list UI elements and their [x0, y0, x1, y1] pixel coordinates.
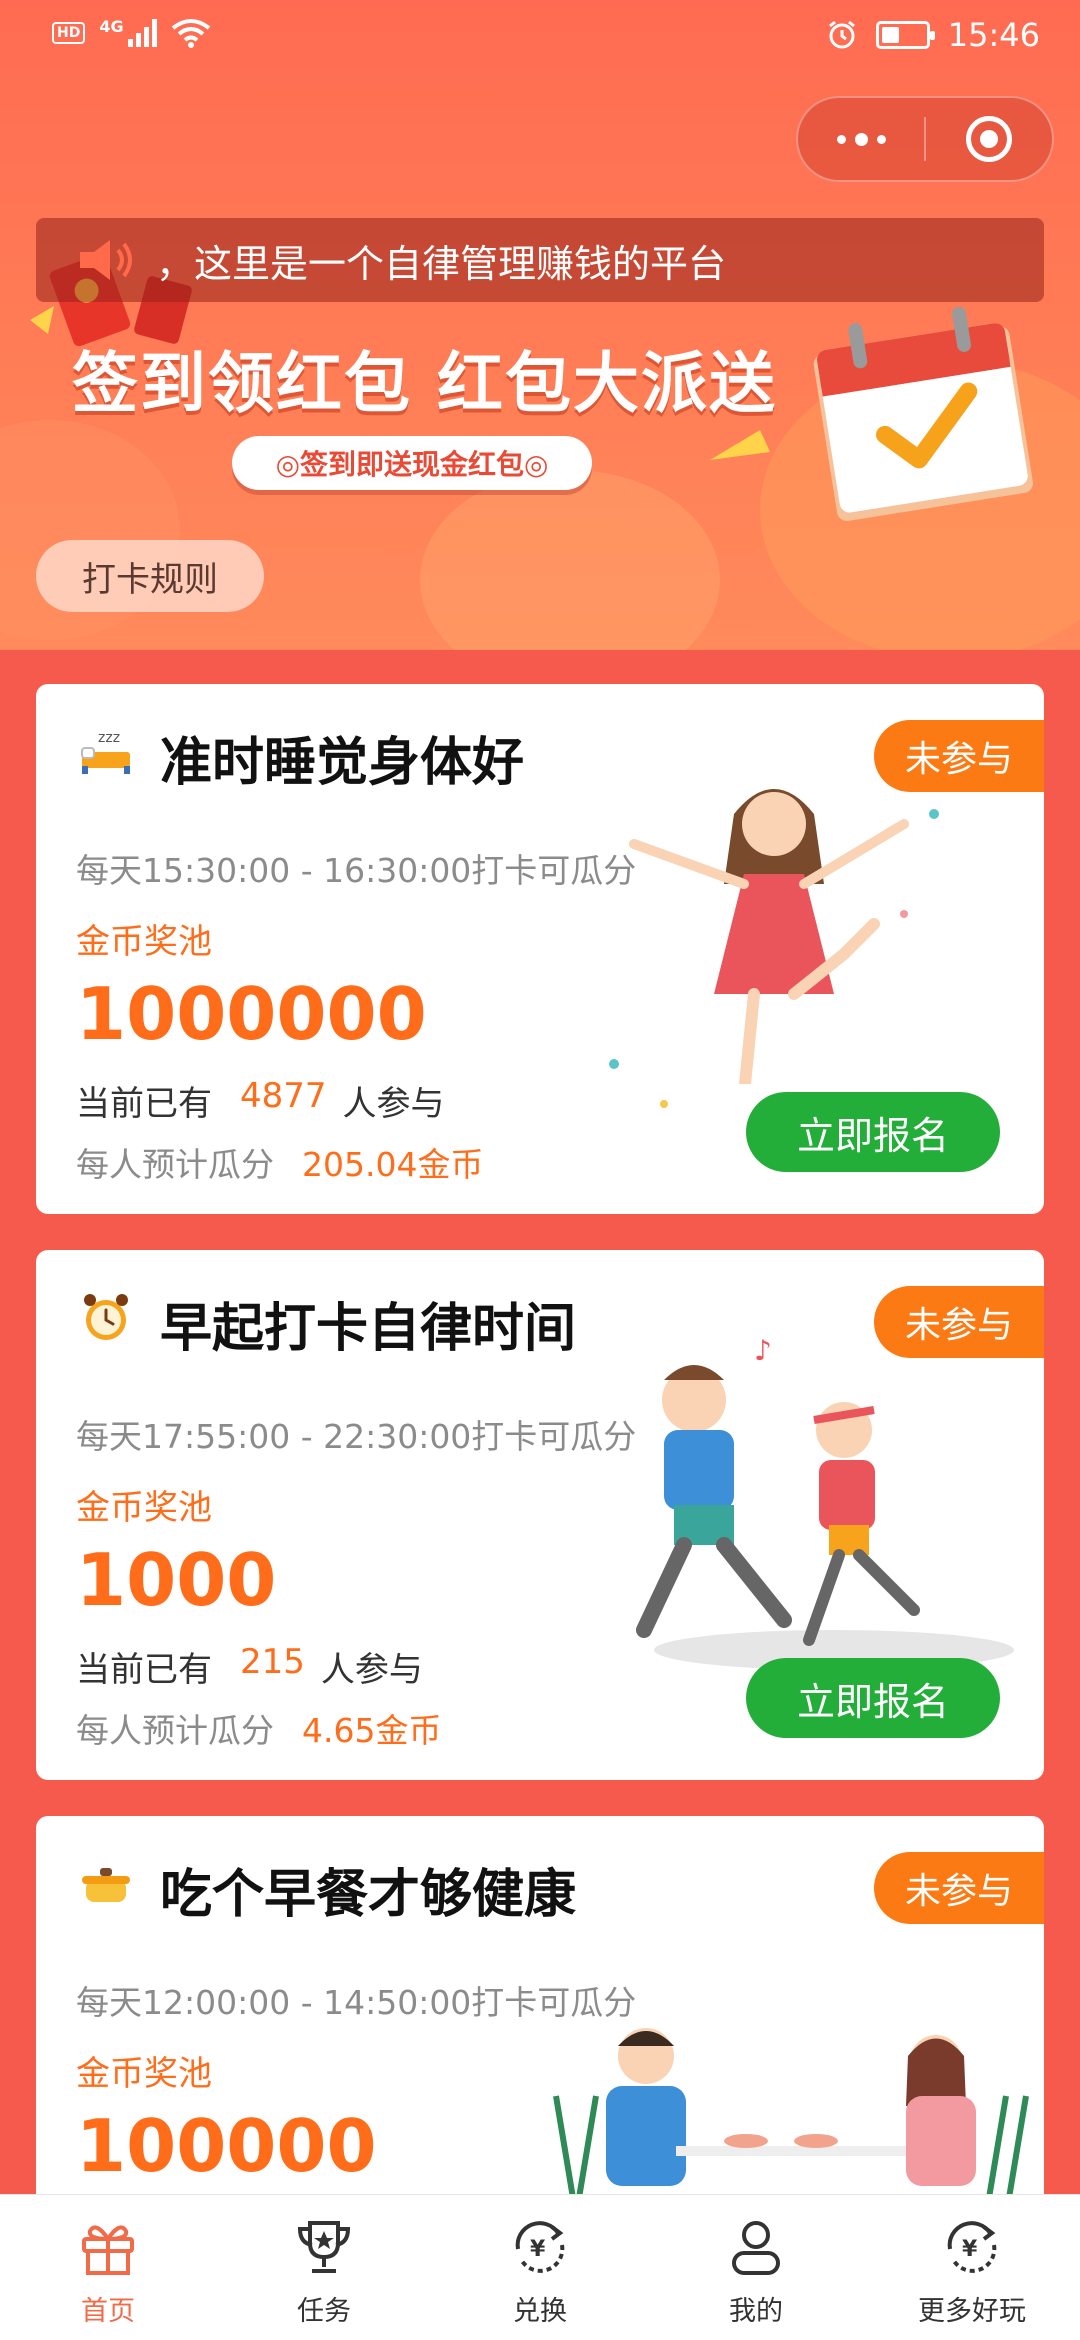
tab-label: 我的	[729, 2296, 783, 2327]
tab-exchange[interactable]: ¥ 兑换	[432, 2195, 648, 2340]
speaker-icon	[36, 218, 156, 302]
signup-button[interactable]: 立即报名	[746, 1658, 1000, 1738]
tab-label: 更多好玩	[918, 2296, 1026, 2327]
rules-button[interactable]: 打卡规则	[36, 540, 264, 612]
close-miniprogram-button[interactable]	[926, 116, 1052, 162]
svg-text:¥: ¥	[962, 2237, 978, 2262]
card-title: 早起打卡自律时间	[160, 1299, 577, 1359]
checkin-card: zzz 准时睡觉身体好 未参与 每天15:30:00 - 16:30:00打卡可…	[36, 684, 1044, 1214]
participation-badge: 未参与	[874, 1852, 1044, 1924]
notice-bar: ，这里是一个自律管理赚钱的平台	[36, 218, 1044, 302]
signup-button[interactable]: 立即报名	[746, 1092, 1000, 1172]
participants-count: 4877	[240, 1076, 327, 1116]
banner-subtitle: ◎签到即送现金红包◎	[232, 436, 592, 490]
share-value: 205.04金币	[302, 1145, 484, 1184]
expected-share-row: 每人预计瓜分 4.65金币	[76, 1704, 441, 1752]
notice-text: ，这里是一个自律管理赚钱的平台	[156, 241, 727, 286]
checkin-card: 吃个早餐才够健康 未参与 每天12:00:00 - 14:50:00打卡可瓜分 …	[36, 1816, 1044, 2236]
card-title: 吃个早餐才够健康	[160, 1865, 577, 1925]
tab-label: 任务	[297, 2296, 351, 2327]
wifi-icon	[171, 19, 210, 48]
pool-label: 金币奖池	[76, 922, 212, 962]
gift-icon	[82, 2225, 134, 2275]
alarm-clock-icon	[84, 1294, 128, 1340]
pool-amount: 100000	[76, 2104, 377, 2188]
network-type: 4G	[99, 16, 124, 36]
share-value: 4.65金币	[302, 1711, 442, 1750]
sleep-bed-icon: zzz	[81, 730, 130, 774]
more-menu-button[interactable]	[798, 132, 924, 146]
alarm-icon	[828, 20, 855, 49]
confetti-icon	[710, 430, 770, 460]
participants-count: 215	[240, 1642, 305, 1682]
tab-label: 兑换	[513, 2296, 567, 2327]
expected-share-row: 每人预计瓜分 205.04金币	[76, 1138, 483, 1186]
miniprogram-capsule	[796, 96, 1054, 182]
pool-amount: 1000000	[76, 972, 427, 1056]
hd-icon: HD	[52, 22, 86, 44]
participants-suffix: 人参与	[320, 1650, 423, 1690]
participants-suffix: 人参与	[342, 1084, 445, 1124]
tab-tasks[interactable]: 任务	[216, 2195, 432, 2340]
pool-label: 金币奖池	[76, 1488, 212, 1528]
pool-label: 金币奖池	[76, 2054, 212, 2094]
checkin-card: 早起打卡自律时间 未参与 每天17:55:00 - 22:30:00打卡可瓜分 …	[36, 1250, 1044, 1780]
target-icon	[965, 116, 1012, 162]
svg-text:zzz: zzz	[98, 730, 120, 746]
pot-icon	[82, 1868, 130, 1902]
share-label: 每人预计瓜分	[76, 1145, 274, 1184]
card-title: 准时睡觉身体好	[160, 733, 525, 793]
more-yuan-icon: ¥	[947, 2221, 997, 2273]
svg-text:♪: ♪	[754, 1334, 772, 1367]
calendar-check-icon	[813, 306, 1033, 521]
tab-label: 首页	[81, 2296, 135, 2327]
bottom-tab-bar: 首页 任务 ¥ 兑换 我的 ¥ 更多好玩	[0, 2194, 1080, 2340]
signal-icon	[127, 19, 157, 47]
tab-more-fun[interactable]: ¥ 更多好玩	[864, 2195, 1080, 2340]
user-icon	[732, 2221, 780, 2275]
checkin-time: 每天17:55:00 - 22:30:00打卡可瓜分	[76, 1417, 637, 1456]
banner-decoration	[420, 470, 720, 650]
exchange-yuan-icon: ¥	[515, 2221, 565, 2273]
checkin-time: 每天15:30:00 - 16:30:00打卡可瓜分	[76, 851, 637, 890]
share-label: 每人预计瓜分	[76, 1711, 274, 1750]
participants-row: 当前已有 215 人参与	[76, 1642, 423, 1691]
status-bar: HD 4G 15:46	[0, 0, 1080, 76]
participants-prefix: 当前已有	[76, 1650, 212, 1690]
tab-mine[interactable]: 我的	[648, 2195, 864, 2340]
trophy-icon	[297, 2221, 351, 2273]
participants-prefix: 当前已有	[76, 1084, 212, 1124]
pool-amount: 1000	[76, 1538, 277, 1622]
status-time: 15:46	[947, 16, 1040, 54]
participants-row: 当前已有 4877 人参与	[76, 1076, 445, 1125]
tab-home[interactable]: 首页	[0, 2195, 216, 2340]
banner-headline: 签到领红包 红包大派送	[72, 345, 777, 422]
battery-icon	[875, 21, 935, 49]
svg-text:¥: ¥	[530, 2237, 546, 2262]
